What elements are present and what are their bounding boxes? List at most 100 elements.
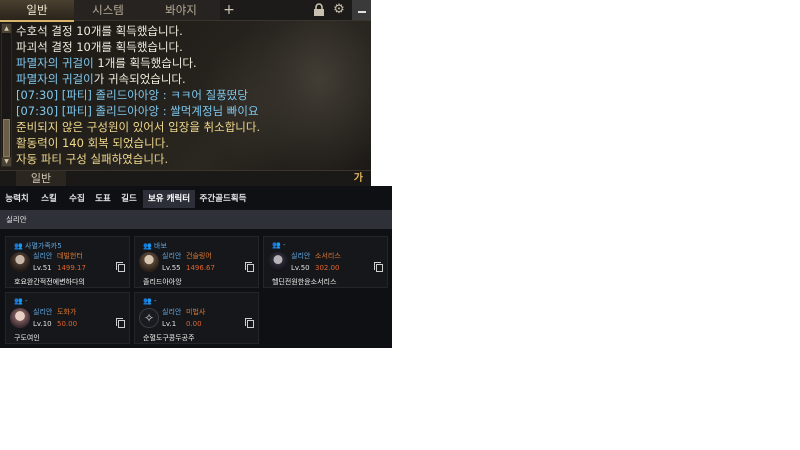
chat-message: 준비되지 않은 구성원이 있어서 입장을 취소합니다. xyxy=(16,119,366,135)
avatar: ✧ xyxy=(139,308,159,328)
character-level: Lv.10 xyxy=(33,320,52,328)
chat-message: 수호석 결정 10개를 획득했습니다. xyxy=(16,23,366,39)
character-class: 건슬링어 xyxy=(186,252,212,260)
chat-message: [07:30] [파티] 졸리드아아앙 : 쌀먹계정님 빠이요 xyxy=(16,103,366,119)
character-card[interactable]: 👥 - ✧ 실리안 미법사 Lv.1 0.00 순혈도구콩두공주 xyxy=(134,292,259,344)
family-label: 👥 바보 xyxy=(143,241,167,251)
panel-tab-bar: 능력치 스킬 수집 도표 길드 보유 캐릭터 주간골드획득 xyxy=(0,190,392,208)
family-name: 바보 xyxy=(154,242,167,250)
chat-message: [07:30] [파티] 졸리드아아앙 : ㅋㅋ어 질풍떴당 xyxy=(16,87,366,103)
family-name: - xyxy=(25,297,28,305)
gear-icon[interactable]: ⚙ xyxy=(332,3,346,17)
character-name: 순혈도구콩두공주 xyxy=(143,334,195,342)
tab-chart[interactable]: 도표 xyxy=(90,190,116,208)
chat-message-segment: 파멸자의 귀걸이 xyxy=(16,56,94,70)
avatar xyxy=(10,252,30,272)
chat-message-segment: 파괴석 결정 10개를 획득했습니다. xyxy=(16,40,183,54)
character-item-level: 1496.67 xyxy=(186,264,215,272)
minimize-icon[interactable] xyxy=(352,0,371,20)
scroll-down-icon[interactable]: ▼ xyxy=(2,157,11,166)
chat-window: 일반 시스템 봐야지 + ⚙ ▲ ▼ 수호석 결정 10개를 획득했습니다. 파괴… xyxy=(0,0,371,186)
avatar xyxy=(139,252,159,272)
chat-message-segment: 활동력이 140 회복 되었습니다. xyxy=(16,136,169,150)
family-icon: 👥 xyxy=(14,242,23,250)
tab-general[interactable]: 일반 xyxy=(0,0,74,22)
character-name: 호요완간적전에변하다의 xyxy=(14,278,85,286)
chat-message-segment: 파멸자의 귀걸이 xyxy=(16,72,94,86)
chat-tab-bar: 일반 시스템 봐야지 + ⚙ xyxy=(0,0,371,22)
chat-message-segment: 자동 파티 구성 실패하였습니다. xyxy=(16,152,169,166)
family-label: 👥 - xyxy=(272,241,286,249)
character-card[interactable]: 👥 사멸가족카5 실리안 데빌헌터 Lv.51 1499.17 호요완간적전에변하다의 xyxy=(5,236,130,288)
family-icon: 👥 xyxy=(143,297,152,305)
chat-message-segment: [07:30] [파티] 졸리드아아앙 : 쌀먹계정님 빠이요 xyxy=(16,104,259,118)
family-name: - xyxy=(154,297,157,305)
character-class: 미법사 xyxy=(186,308,206,316)
character-item-level: 1499.17 xyxy=(57,264,86,272)
character-class: 데빌헌터 xyxy=(57,252,83,260)
character-card[interactable]: 👥 바보 실리안 건슬링어 Lv.55 1496.67 졸리드아아앙 xyxy=(134,236,259,288)
server-region-header: 실리안 xyxy=(0,210,392,229)
character-level: Lv.1 xyxy=(162,320,177,328)
character-server: 실리안 xyxy=(33,252,53,260)
family-label: 👥 - xyxy=(143,297,157,305)
character-panel: 능력치 스킬 수집 도표 길드 보유 캐릭터 주간골드획득 실리안 👥 사멸가족카… xyxy=(0,186,392,348)
lock-icon[interactable] xyxy=(312,3,326,17)
avatar xyxy=(268,252,288,272)
character-item-level: 50.00 xyxy=(57,320,78,328)
character-card[interactable]: 👥 - 실리안 도화가 Lv.10 50.00 구도여인 xyxy=(5,292,130,344)
character-server: 실리안 xyxy=(162,252,182,260)
scroll-up-icon[interactable]: ▲ xyxy=(2,24,11,33)
tab-system[interactable]: 시스템 xyxy=(74,0,142,20)
chat-channel-selector[interactable]: 일반 xyxy=(16,171,66,186)
copy-icon[interactable] xyxy=(116,318,125,328)
character-name: 헬딘전원한윤소서리스 xyxy=(272,278,337,286)
tab-custom[interactable]: 봐야지 xyxy=(142,0,220,20)
chat-message: 활동력이 140 회복 되었습니다. xyxy=(16,135,366,151)
character-name: 졸리드아아앙 xyxy=(143,278,182,286)
ime-indicator[interactable]: 가 xyxy=(354,171,363,186)
copy-icon[interactable] xyxy=(116,262,125,272)
chat-message-segment: [07:30] [파티] 졸리드아아앙 : ㅋㅋ어 질풍떴당 xyxy=(16,88,248,102)
tab-collection[interactable]: 수집 xyxy=(64,190,90,208)
character-level: Lv.50 xyxy=(291,264,310,272)
character-server: 실리안 xyxy=(291,252,311,260)
family-name: 사멸가족카5 xyxy=(25,242,62,250)
tab-guild[interactable]: 길드 xyxy=(116,190,142,208)
chat-message-list: 수호석 결정 10개를 획득했습니다. 파괴석 결정 10개를 획득했습니다. 파멸… xyxy=(16,23,366,167)
chat-message-segment: 가 귀속되었습니다. xyxy=(93,72,186,86)
tab-skills[interactable]: 스킬 xyxy=(34,190,64,208)
family-icon: 👥 xyxy=(272,241,281,249)
chat-message: 파멸자의 귀걸이 1개를 획득했습니다. xyxy=(16,55,366,71)
copy-icon[interactable] xyxy=(245,318,254,328)
character-server: 실리안 xyxy=(162,308,182,316)
character-class: 도화가 xyxy=(57,308,77,316)
chat-message-segment: 수호석 결정 10개를 획득했습니다. xyxy=(16,24,183,38)
scroll-thumb[interactable] xyxy=(3,119,10,157)
chat-message: 자동 파티 구성 실패하였습니다. xyxy=(16,151,366,167)
family-icon: 👥 xyxy=(14,297,23,305)
tab-owned-characters[interactable]: 보유 캐릭터 xyxy=(143,190,195,208)
chat-input-bar[interactable]: 일반 가 xyxy=(0,170,371,186)
chat-message: 파괴석 결정 10개를 획득했습니다. xyxy=(16,39,366,55)
character-item-level: 0.00 xyxy=(186,320,202,328)
tab-weekly-gold[interactable]: 주간골드획득 xyxy=(195,190,251,208)
character-name: 구도여인 xyxy=(14,334,40,342)
chat-message-segment: 1개를 획득했습니다. xyxy=(93,56,197,70)
chat-scrollbar[interactable]: ▲ ▼ xyxy=(1,23,12,167)
avatar xyxy=(10,308,30,328)
copy-icon[interactable] xyxy=(374,262,383,272)
character-server: 실리안 xyxy=(33,308,53,316)
tab-stats[interactable]: 능력치 xyxy=(0,190,34,208)
family-label: 👥 - xyxy=(14,297,28,305)
family-icon: 👥 xyxy=(143,242,152,250)
chat-message-segment: 준비되지 않은 구성원이 있어서 입장을 취소합니다. xyxy=(16,120,261,134)
character-item-level: 302.00 xyxy=(315,264,340,272)
character-card[interactable]: 👥 - 실리안 소서리스 Lv.50 302.00 헬딘전원한윤소서리스 xyxy=(263,236,388,288)
chat-message: 파멸자의 귀걸이가 귀속되었습니다. xyxy=(16,71,366,87)
character-level: Lv.55 xyxy=(162,264,181,272)
copy-icon[interactable] xyxy=(245,262,254,272)
character-level: Lv.51 xyxy=(33,264,52,272)
family-name: - xyxy=(283,241,286,249)
add-tab-button[interactable]: + xyxy=(220,0,238,20)
